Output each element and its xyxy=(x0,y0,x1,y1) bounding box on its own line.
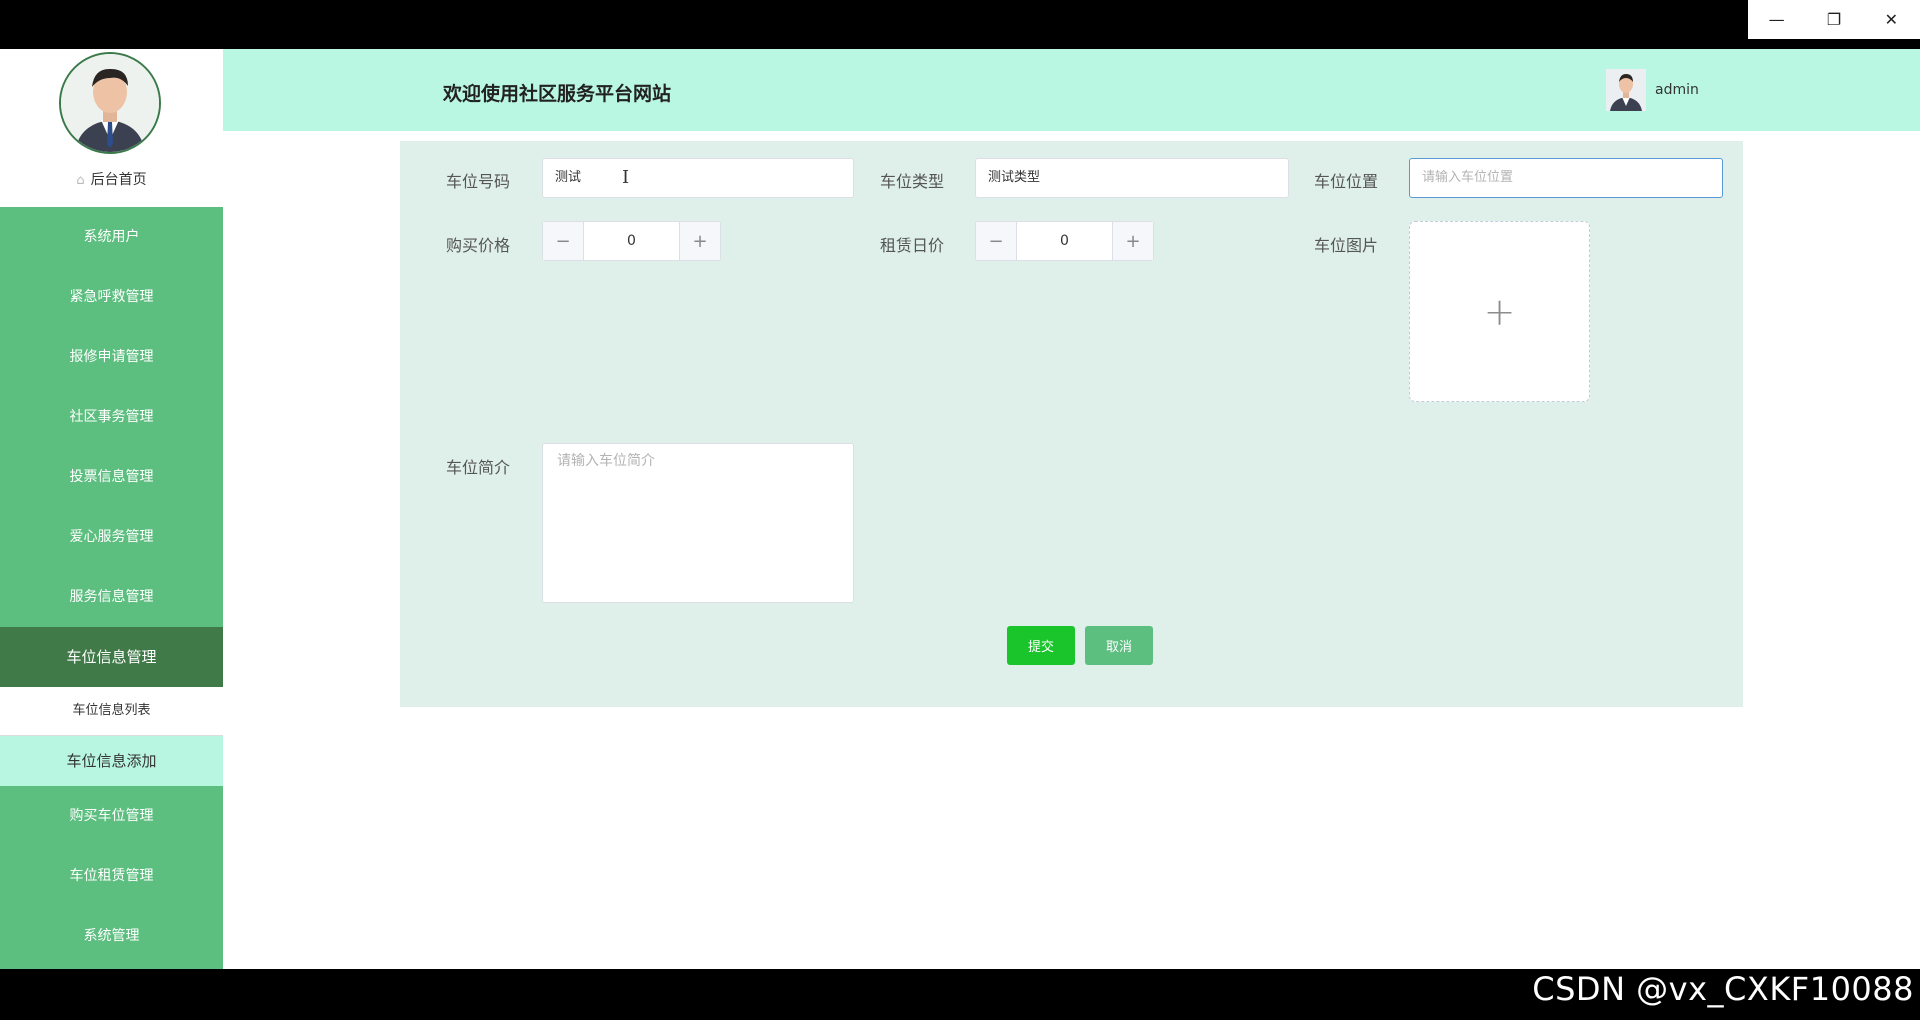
user-avatar xyxy=(1606,69,1646,111)
top-header: 欢迎使用社区服务平台网站 admin xyxy=(223,49,1920,131)
sidebar-item-system-management[interactable]: 系统管理 xyxy=(0,906,223,966)
spot-image-label: 车位图片 xyxy=(1314,236,1379,255)
watermark: CSDN @vx_CXKF10088 xyxy=(1532,970,1914,1008)
sidebar-item-service-info[interactable]: 服务信息管理 xyxy=(0,567,223,627)
submit-button[interactable]: 提交 xyxy=(1007,626,1075,665)
image-upload-button[interactable]: + xyxy=(1409,221,1590,402)
buy-price-decrement-button[interactable]: − xyxy=(543,222,584,260)
avatar xyxy=(59,52,161,154)
sidebar-item-parking-info[interactable]: 车位信息管理 xyxy=(0,627,223,687)
minimize-icon[interactable]: — xyxy=(1748,0,1805,39)
sidebar-item-voting-info[interactable]: 投票信息管理 xyxy=(0,447,223,507)
username: admin xyxy=(1655,82,1699,98)
sidebar-item-parking-purchase[interactable]: 购买车位管理 xyxy=(0,786,223,846)
sidebar-item-system-users[interactable]: 系统用户 xyxy=(0,207,223,267)
daily-rent-label: 租赁日价 xyxy=(880,236,945,255)
sidebar-profile: ⌂ 后台首页 xyxy=(0,49,223,207)
buy-price-stepper[interactable]: − 0 + xyxy=(542,221,721,261)
close-icon[interactable]: ✕ xyxy=(1863,0,1920,39)
spot-number-label: 车位号码 xyxy=(446,172,511,191)
sidebar-item-repair-requests[interactable]: 报修申请管理 xyxy=(0,327,223,387)
spot-type-input[interactable]: 测试类型 xyxy=(975,158,1289,198)
user-menu[interactable]: admin xyxy=(1606,69,1699,111)
sidebar-item-charity-service[interactable]: 爱心服务管理 xyxy=(0,507,223,567)
text-cursor-icon: I xyxy=(622,167,630,188)
sidebar-item-parking-rental[interactable]: 车位租赁管理 xyxy=(0,846,223,906)
sidebar-item-emergency-call[interactable]: 紧急呼救管理 xyxy=(0,267,223,327)
spot-number-value: 测试 xyxy=(555,170,582,185)
sidebar-subitem-parking-add[interactable]: 车位信息添加 xyxy=(0,736,223,786)
spot-type-label: 车位类型 xyxy=(880,172,945,191)
spot-type-value: 测试类型 xyxy=(988,170,1041,185)
sidebar-item-community-affairs[interactable]: 社区事务管理 xyxy=(0,387,223,447)
buy-price-value[interactable]: 0 xyxy=(584,222,679,260)
plus-icon: + xyxy=(1483,289,1516,334)
sidebar-subitem-parking-list[interactable]: 车位信息列表 xyxy=(0,687,223,736)
restore-icon[interactable]: ❐ xyxy=(1805,0,1862,39)
spot-intro-label: 车位简介 xyxy=(446,458,511,477)
daily-rent-value[interactable]: 0 xyxy=(1017,222,1112,260)
daily-rent-stepper[interactable]: − 0 + xyxy=(975,221,1154,261)
spot-location-input[interactable]: 请输入车位位置 xyxy=(1409,158,1723,198)
spot-location-placeholder: 请输入车位位置 xyxy=(1422,170,1514,185)
app-window: ⌂ 后台首页 系统用户 紧急呼救管理 报修申请管理 社区事务管理 投票信息管理 爱… xyxy=(0,49,1920,969)
sidebar-home[interactable]: ⌂ 后台首页 xyxy=(0,169,223,189)
parking-add-form: 车位号码 测试 I 车位类型 测试类型 车位位置 请输入车位位置 购买价格 − … xyxy=(400,141,1743,707)
page-title: 欢迎使用社区服务平台网站 xyxy=(443,83,672,105)
sidebar: ⌂ 后台首页 系统用户 紧急呼救管理 报修申请管理 社区事务管理 投票信息管理 爱… xyxy=(0,49,223,969)
home-icon: ⌂ xyxy=(76,173,85,188)
spot-number-input[interactable]: 测试 xyxy=(542,158,854,198)
spot-location-label: 车位位置 xyxy=(1314,172,1379,191)
daily-rent-decrement-button[interactable]: − xyxy=(976,222,1017,260)
daily-rent-increment-button[interactable]: + xyxy=(1112,222,1153,260)
home-label: 后台首页 xyxy=(90,172,147,188)
spot-intro-textarea[interactable]: 请输入车位简介 xyxy=(542,443,854,603)
buy-price-label: 购买价格 xyxy=(446,236,511,255)
window-titlebar: — ❐ ✕ xyxy=(0,0,1920,49)
window-controls: — ❐ ✕ xyxy=(1748,0,1920,39)
buy-price-increment-button[interactable]: + xyxy=(679,222,720,260)
cancel-button[interactable]: 取消 xyxy=(1085,626,1153,665)
spot-intro-placeholder: 请输入车位简介 xyxy=(557,453,655,469)
